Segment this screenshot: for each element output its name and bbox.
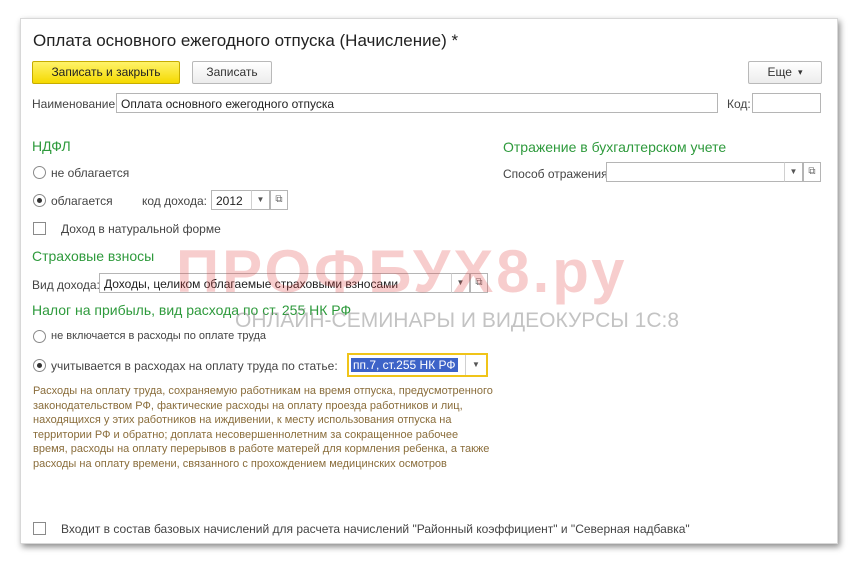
code-input[interactable]	[752, 93, 821, 113]
chevron-down-icon: ▼	[789, 167, 798, 176]
in-kind-income-label: Доход в натуральной форме	[61, 222, 221, 236]
watermark-tagline: ОНЛАЙН-СЕМИНАРЫ И ВИДЕОКУРСЫ 1С:8	[235, 309, 680, 332]
accounting-method-open-button[interactable]: ⧉	[803, 162, 821, 182]
chevron-down-icon: ▾	[797, 67, 803, 78]
open-icon: ⧉	[275, 194, 283, 205]
open-icon: ⧉	[808, 166, 816, 177]
ndfl-section-title: НДФЛ	[32, 138, 71, 154]
income-type-label: Вид дохода:	[32, 278, 100, 292]
form-window: Оплата основного ежегодного отпуска (Нач…	[20, 18, 838, 544]
form-title: Оплата основного ежегодного отпуска (Нач…	[33, 31, 459, 50]
base-accruals-checkbox[interactable]	[33, 522, 46, 535]
accounting-method-label: Способ отражения:	[503, 167, 611, 181]
income-code-input[interactable]: 2012	[211, 190, 252, 210]
in-kind-income-checkbox[interactable]	[33, 222, 46, 235]
accounting-section-title: Отражение в бухгалтерском учете	[503, 139, 727, 155]
included-radio[interactable]	[33, 359, 46, 372]
name-input[interactable]: Оплата основного ежегодного отпуска	[116, 93, 718, 113]
expense-description: Расходы на оплату труда, сохраняемую раб…	[33, 385, 493, 470]
more-button-label: Еще	[767, 65, 792, 79]
code-label: Код:	[727, 97, 751, 111]
income-code-dropdown-button[interactable]: ▼	[251, 190, 270, 210]
save-and-close-button[interactable]: Записать и закрыть	[32, 61, 180, 84]
not-included-label: не включается в расходы по оплате труда	[51, 330, 267, 342]
chevron-down-icon: ▼	[256, 195, 265, 204]
income-code-open-button[interactable]: ⧉	[270, 190, 288, 210]
save-button[interactable]: Записать	[192, 61, 272, 84]
accounting-method-input[interactable]	[606, 162, 785, 182]
article-select[interactable]: пп.7, ст.255 НК РФ ▼	[347, 353, 488, 377]
not-included-radio[interactable]	[33, 330, 46, 343]
more-button[interactable]: Еще ▾	[748, 61, 822, 84]
article-value: пп.7, ст.255 НК РФ	[351, 358, 458, 372]
income-code-label: код дохода:	[142, 194, 207, 208]
chevron-down-icon[interactable]: ▼	[465, 355, 486, 375]
taxed-label: облагается	[51, 194, 113, 208]
accounting-method-dropdown-button[interactable]: ▼	[784, 162, 803, 182]
base-accruals-label: Входит в состав базовых начислений для р…	[61, 522, 690, 536]
insurance-section-title: Страховые взносы	[32, 248, 155, 264]
name-label: Наименование:	[32, 97, 119, 111]
not-taxed-radio[interactable]	[33, 166, 46, 179]
not-taxed-label: не облагается	[51, 166, 130, 180]
watermark-brand: ПРОФБУХ8.ру	[176, 238, 628, 305]
included-label: учитывается в расходах на оплату труда п…	[51, 359, 338, 373]
taxed-radio[interactable]	[33, 194, 46, 207]
